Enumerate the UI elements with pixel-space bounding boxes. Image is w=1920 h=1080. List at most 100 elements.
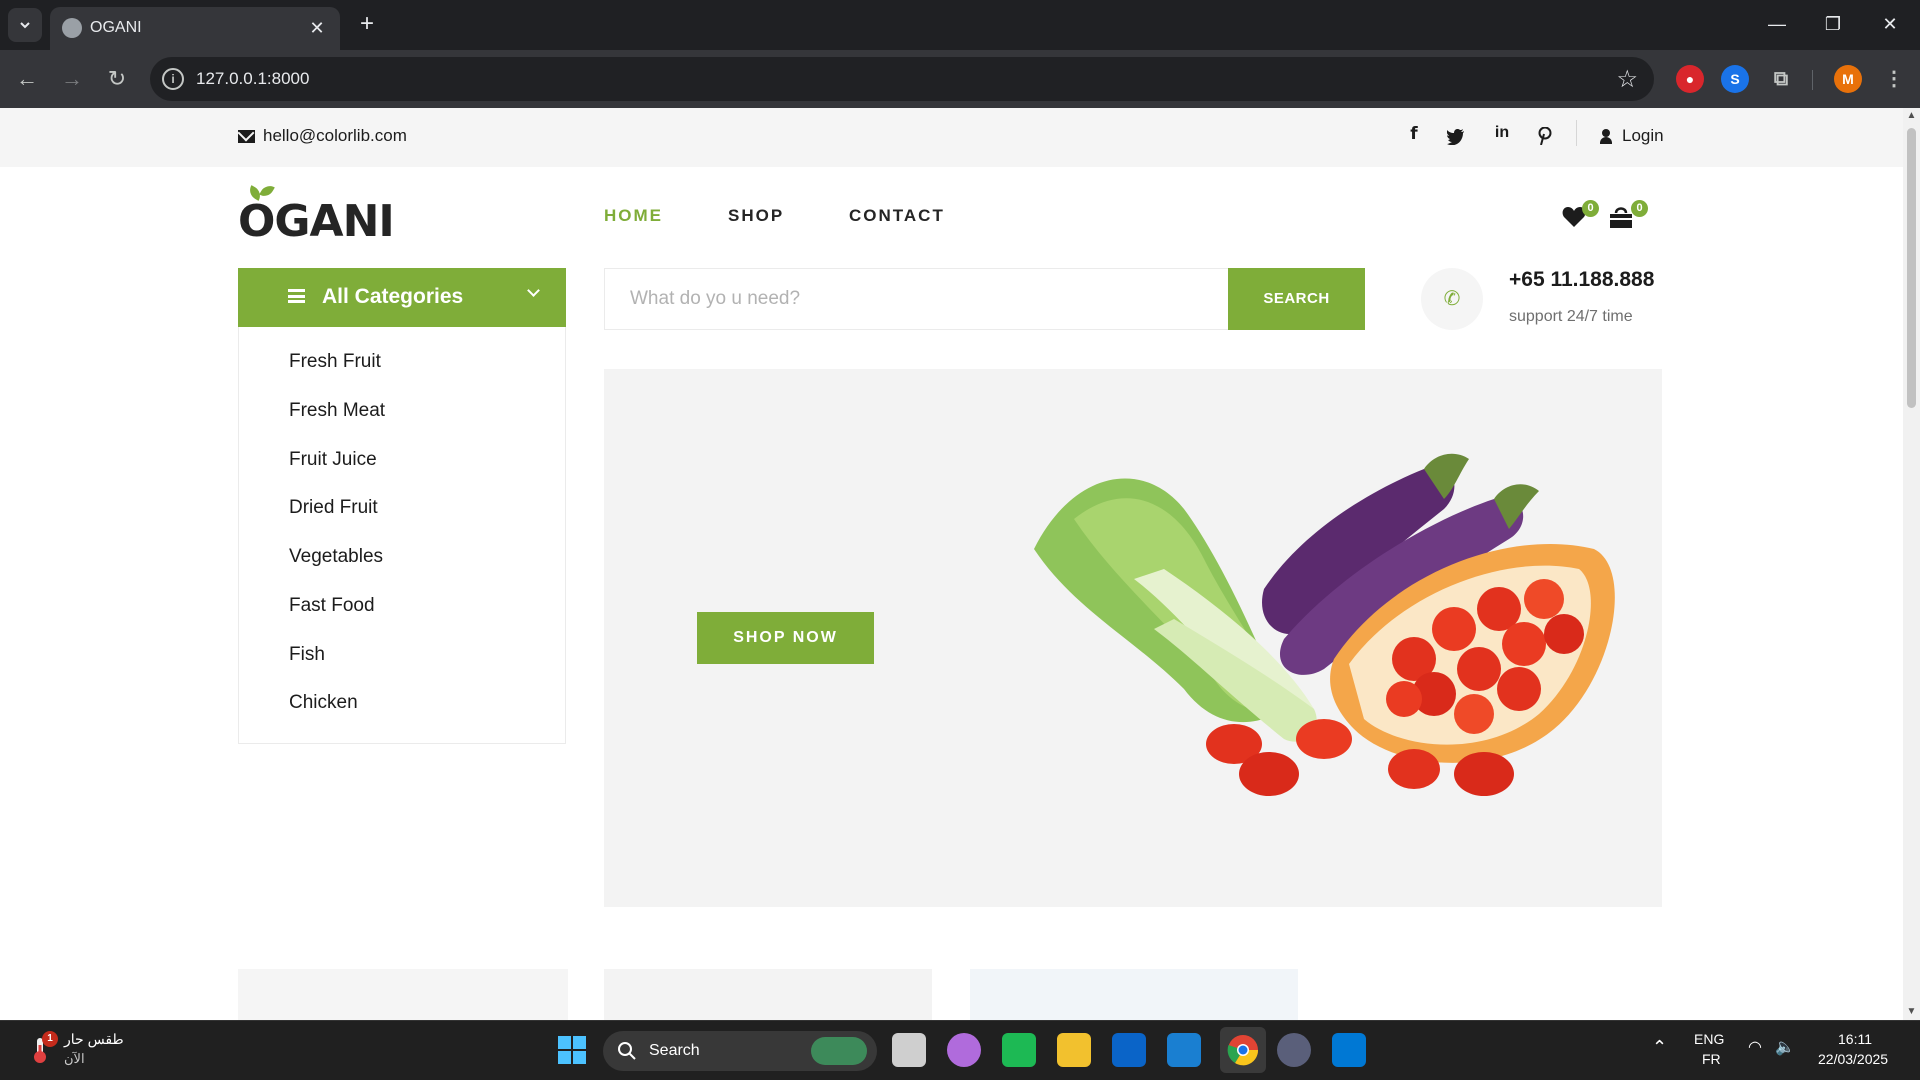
address-bar[interactable]: i 127.0.0.1:8000 ☆ [150, 57, 1654, 101]
site-logo[interactable]: OGANI [238, 182, 395, 247]
shop-now-button[interactable]: SHOP NOW [697, 612, 874, 664]
phone-number: +65 11.188.888 [1509, 268, 1655, 291]
shopping-bag-icon [1610, 207, 1632, 228]
start-button[interactable] [555, 1033, 589, 1067]
twitter-icon[interactable] [1447, 129, 1465, 145]
url-text: 127.0.0.1:8000 [196, 69, 310, 88]
media-player-icon[interactable] [1277, 1033, 1311, 1067]
scroll-down-icon[interactable]: ▼ [1906, 1007, 1917, 1017]
browser-tab-bar: OGANI ✕ + — ❐ ✕ [0, 0, 1920, 50]
search-highlight-image [811, 1037, 867, 1065]
file-explorer-icon[interactable] [1057, 1033, 1091, 1067]
wishlist-count-badge: 0 [1582, 200, 1599, 217]
vscode-icon[interactable] [1332, 1033, 1366, 1067]
login-link[interactable]: Login [1600, 126, 1664, 146]
category-fish[interactable]: Fish [289, 644, 325, 666]
phone-icon: ✆ [1421, 268, 1483, 330]
support-text: support 24/7 time [1509, 308, 1633, 325]
nav-shop[interactable]: SHOP [728, 206, 784, 226]
chevron-down-icon [527, 284, 540, 297]
hero-banner: SHOP NOW [604, 369, 1662, 907]
linkedin-icon[interactable]: in [1491, 124, 1513, 142]
taskbar-search-label: Search [649, 1042, 700, 1059]
featured-category-card-2[interactable] [604, 969, 932, 1020]
facebook-icon[interactable]: f [1403, 124, 1425, 144]
edge-dev-icon[interactable] [1002, 1033, 1036, 1067]
category-vegetables[interactable]: Vegetables [289, 546, 383, 568]
nav-contact[interactable]: CONTACT [849, 206, 945, 226]
category-fast-food[interactable]: Fast Food [289, 595, 375, 617]
header-divider [1576, 120, 1577, 146]
forward-button[interactable]: → [55, 62, 89, 96]
wishlist-button[interactable]: 0 [1562, 200, 1599, 228]
taskbar-search[interactable]: Search [603, 1031, 877, 1071]
envelope-icon [238, 129, 255, 143]
windows-logo-icon [558, 1036, 586, 1064]
bookmark-star-icon[interactable]: ☆ [1616, 65, 1638, 94]
windows-taskbar: 1 طقس حار الآن Search ⌃ ENG FR ◠ 🔈 16:11… [0, 1020, 1920, 1080]
scroll-up-icon[interactable]: ▲ [1906, 111, 1917, 121]
close-tab-icon[interactable]: ✕ [304, 15, 330, 41]
page-scrollbar[interactable]: ▲ ▼ [1903, 108, 1920, 1020]
chevron-down-icon [20, 22, 30, 29]
scrollbar-thumb[interactable] [1907, 128, 1916, 408]
email-text: hello@colorlib.com [263, 126, 407, 145]
wifi-icon[interactable]: ◠ [1748, 1037, 1762, 1057]
photos-icon[interactable] [1167, 1033, 1201, 1067]
login-label: Login [1622, 126, 1664, 145]
nav-home[interactable]: HOME [604, 206, 663, 226]
show-hidden-icons[interactable]: ⌃ [1652, 1037, 1667, 1058]
browser-toolbar: ← → ↻ i 127.0.0.1:8000 ☆ ● S ⧉ M ⋮ [0, 50, 1920, 108]
clock-time[interactable]: 16:11 [1838, 1031, 1872, 1047]
language-primary[interactable]: ENG [1694, 1031, 1724, 1047]
pinterest-icon[interactable] [1538, 127, 1552, 145]
extensions-puzzle-icon[interactable]: ⧉ [1767, 65, 1795, 93]
featured-category-card-1[interactable] [238, 969, 568, 1020]
globe-icon [62, 18, 82, 38]
category-chicken[interactable]: Chicken [289, 692, 358, 714]
minimize-button[interactable]: — [1757, 8, 1797, 40]
close-window-button[interactable]: ✕ [1870, 8, 1910, 40]
page-viewport: hello@colorlib.com f in Login OGANI HOME… [0, 108, 1920, 1020]
category-fresh-meat[interactable]: Fresh Meat [289, 400, 385, 422]
back-button[interactable]: ← [10, 62, 44, 96]
browser-tab[interactable]: OGANI ✕ [50, 7, 340, 50]
clock-date[interactable]: 22/03/2025 [1818, 1051, 1888, 1067]
category-fruit-juice[interactable]: Fruit Juice [289, 449, 377, 471]
site-info-icon[interactable]: i [162, 68, 184, 90]
categories-list: Fresh Fruit Fresh Meat Fruit Juice Dried… [238, 327, 566, 744]
chrome-icon [1227, 1035, 1259, 1066]
hero-vegetables-image [1034, 453, 1615, 796]
reload-button[interactable]: ↻ [100, 62, 134, 96]
featured-category-card-3[interactable] [970, 969, 1298, 1020]
weather-widget[interactable]: 1 [26, 1031, 58, 1065]
menu-bars-icon [288, 289, 305, 303]
weather-title: طقس حار [64, 1031, 124, 1047]
extension-red-icon[interactable]: ● [1676, 65, 1704, 93]
search-button[interactable]: SEARCH [1228, 268, 1365, 330]
profile-avatar[interactable]: M [1834, 65, 1862, 93]
search-input[interactable] [605, 269, 1228, 329]
category-dried-fruit[interactable]: Dried Fruit [289, 497, 378, 519]
header-top-bar: hello@colorlib.com f in Login [0, 108, 1903, 167]
restore-button[interactable]: ❐ [1813, 8, 1853, 40]
user-icon [1600, 128, 1612, 144]
weather-subtitle: الآن [64, 1051, 85, 1066]
browser-menu-icon[interactable]: ⋮ [1880, 65, 1908, 93]
task-view-icon[interactable] [892, 1033, 926, 1067]
cart-count-badge: 0 [1631, 200, 1648, 217]
new-tab-button[interactable]: + [352, 10, 382, 40]
search-form [604, 268, 1229, 330]
cart-button[interactable]: 0 [1609, 200, 1648, 228]
category-fresh-fruit[interactable]: Fresh Fruit [289, 351, 381, 373]
extension-blue-icon[interactable]: S [1721, 65, 1749, 93]
all-categories-toggle[interactable]: All Categories [238, 268, 566, 327]
tab-title: OGANI [90, 19, 142, 36]
tab-search-button[interactable] [8, 8, 42, 42]
outlook-icon[interactable] [1112, 1033, 1146, 1067]
copilot-icon[interactable] [947, 1033, 981, 1067]
search-icon [618, 1042, 636, 1060]
chrome-taskbar-active[interactable] [1220, 1027, 1266, 1073]
volume-icon[interactable]: 🔈 [1775, 1037, 1795, 1057]
language-secondary[interactable]: FR [1702, 1051, 1721, 1067]
